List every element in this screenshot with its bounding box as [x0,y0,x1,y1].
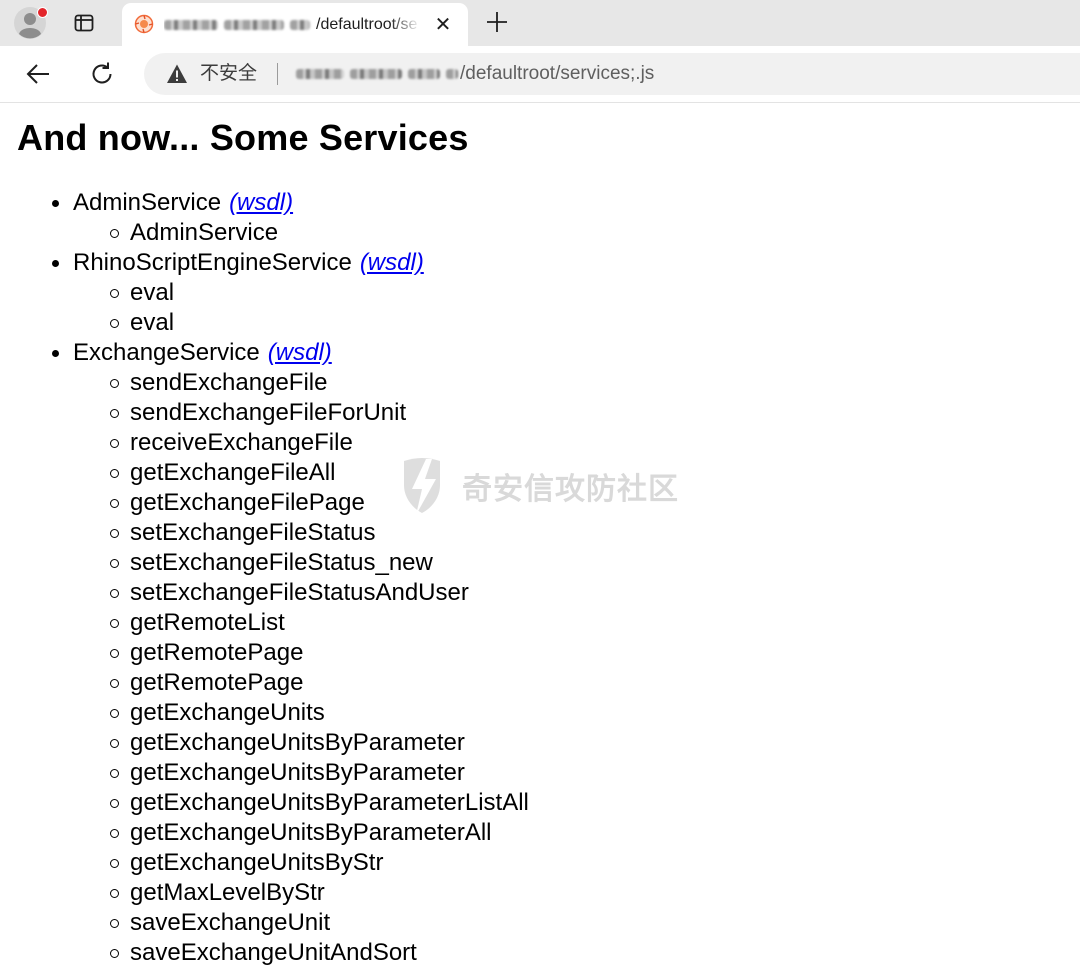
operation-item: getRemoteList [110,608,529,638]
wsdl-link[interactable]: (wsdl) [229,189,293,216]
operation-item: receiveExchangeFile [110,428,529,458]
redacted-host [350,69,402,79]
operation-item: getExchangeFilePage [110,488,529,518]
operation-item: getExchangeUnitsByParameter [110,728,529,758]
warning-triangle-icon[interactable] [166,63,188,85]
tab-actions-button[interactable] [66,6,102,40]
notification-badge [37,7,48,18]
redacted-host [290,19,310,30]
new-tab-button[interactable] [482,7,512,37]
operation-item: getExchangeUnitsByParameter [110,758,529,788]
service-item: ExchangeService (wsdl) sendExchangeFile sen… [52,338,529,968]
back-arrow-icon [26,64,49,84]
redacted-host [224,19,284,30]
service-item: AdminService (wsdl) AdminService [52,188,529,248]
tab-strip: /defaultroot/se ✕ [0,0,1080,46]
operations-list: AdminService [73,218,529,248]
service-name: ExchangeService [73,339,260,366]
operation-item: getRemotePage [110,638,529,668]
active-tab[interactable]: /defaultroot/se ✕ [122,3,468,46]
page-title: And now... Some Services [17,117,469,158]
operation-item: eval [110,308,529,338]
wsdl-link[interactable]: (wsdl) [268,339,332,366]
operation-item: getExchangeFileAll [110,458,529,488]
operations-list: eval eval [73,278,529,338]
operation-item: getExchangeUnits [110,698,529,728]
service-item: RhinoScriptEngineService (wsdl) eval eval [52,248,529,338]
operation-item: setExchangeFileStatus_new [110,548,529,578]
operation-item: sendExchangeFileForUnit [110,398,529,428]
url-display[interactable]: /defaultroot/services;.js [296,53,654,95]
reload-button[interactable] [86,58,118,90]
operation-item: getExchangeUnitsByParameterListAll [110,789,529,816]
tab-title: /defaultroot/se [164,3,420,46]
service-name: AdminService [73,189,222,216]
address-bar[interactable]: 不安全 /defaultroot/services;.js [144,53,1080,95]
site-favicon-icon [134,14,154,34]
operation-item: eval [110,278,529,308]
plus-icon [487,12,507,32]
omnibox-divider [277,63,278,85]
operation-item: getExchangeUnitsByStr [110,848,529,878]
operations-list: sendExchangeFile sendExchangeFileForUnit r… [73,368,529,968]
back-button[interactable] [22,58,54,90]
operation-item: getMaxLevelByStr [110,878,529,908]
operation-item: saveExchangeUnitAndSort [110,938,529,968]
reload-icon [92,62,112,84]
tab-close-button[interactable]: ✕ [432,14,454,36]
operation-item: getExchangeUnitsByParameterAll [110,818,529,848]
url-text: /defaultroot/services;.js [460,63,655,84]
operation-item: setExchangeFileStatus [110,518,529,548]
redacted-host [296,69,344,79]
close-icon: ✕ [434,14,452,36]
profile-button[interactable] [12,5,48,41]
services-list: AdminService (wsdl) AdminService RhinoScrip… [0,188,529,968]
page-viewport: And now... Some Services AdminService (ws… [0,103,1080,976]
tab-actions-icon [74,14,94,32]
browser-toolbar: 不安全 /defaultroot/services;.js [0,46,1080,103]
security-status-label[interactable]: 不安全 [200,53,257,95]
service-name: RhinoScriptEngineService [73,249,352,276]
redacted-host [446,69,458,79]
operation-item: setExchangeFileStatusAndUser [110,578,529,608]
redacted-host [408,69,440,79]
redacted-host [164,19,218,30]
operation-item: sendExchangeFile [110,368,529,398]
wsdl-link[interactable]: (wsdl) [360,249,424,276]
operation-item: saveExchangeUnit [110,908,529,938]
operation-item: AdminService [110,218,529,248]
operation-item: getRemotePage [110,668,529,698]
